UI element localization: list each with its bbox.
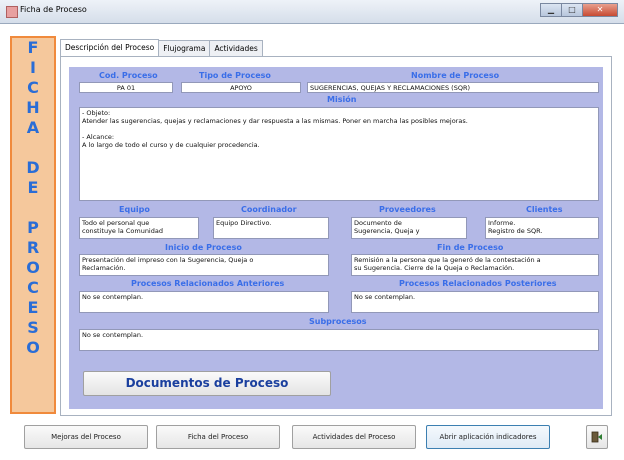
sidebar-letter: I: [30, 58, 36, 77]
tab-descripcion[interactable]: Descripción del Proceso: [60, 39, 160, 57]
nombre-proceso-field[interactable]: SUGERENCIAS, QUEJAS Y RECLAMACIONES (SQR…: [307, 82, 599, 93]
sidebar-letter: C: [27, 278, 39, 297]
sidebar-letter: A: [26, 118, 40, 137]
window-client: FICHADEPROCESO Descripción del Proceso F…: [0, 24, 624, 460]
minimize-button[interactable]: ▁: [540, 3, 562, 17]
abrir-indicadores-button[interactable]: Abrir aplicación indicadores: [426, 425, 550, 449]
rel-posteriores-label: Procesos Relacionados Posteriores: [399, 279, 557, 288]
documentos-proceso-button[interactable]: Documentos de Proceso: [83, 371, 331, 396]
cod-proceso-field[interactable]: PA 01: [79, 82, 173, 93]
tab-panel: Cod. Proceso Tipo de Proceso Nombre de P…: [60, 56, 612, 416]
clientes-label: Clientes: [526, 205, 563, 214]
tab-actividades[interactable]: Actividades: [209, 40, 263, 56]
sidebar-letter: R: [26, 238, 40, 257]
tab-flujograma[interactable]: Flujograma: [158, 40, 211, 56]
ficha-proceso-button[interactable]: Ficha del Proceso: [156, 425, 280, 449]
sidebar-letter: F: [27, 38, 39, 57]
sidebar-letter: E: [27, 178, 39, 197]
rel-anteriores-label: Procesos Relacionados Anteriores: [131, 279, 285, 288]
sidebar-letter: C: [27, 78, 39, 97]
clientes-field[interactable]: Informe. Registro de SQR.: [485, 217, 599, 239]
mision-field[interactable]: - Objeto: Atender las sugerencias, queja…: [79, 107, 599, 201]
rel-posteriores-field[interactable]: No se contemplan.: [351, 291, 599, 313]
exit-door-icon: [591, 431, 602, 443]
coordinador-label: Coordinador: [241, 205, 297, 214]
cod-proceso-label: Cod. Proceso: [99, 71, 158, 80]
maximize-button[interactable]: □: [561, 3, 583, 17]
actividades-proceso-button[interactable]: Actividades del Proceso: [292, 425, 416, 449]
window-controls: ▁ □ ✕: [540, 3, 618, 17]
equipo-field[interactable]: Todo el personal que constituye la Comun…: [79, 217, 199, 239]
tipo-proceso-field[interactable]: APOYO: [181, 82, 301, 93]
sidebar-letter: S: [27, 318, 39, 337]
sidebar-letter: O: [26, 338, 40, 357]
exit-button[interactable]: [586, 425, 608, 449]
sidebar-letter: H: [26, 98, 40, 117]
process-form: Cod. Proceso Tipo de Proceso Nombre de P…: [69, 67, 603, 409]
close-button[interactable]: ✕: [582, 3, 618, 17]
sidebar-letter: E: [27, 298, 39, 317]
proveedores-field[interactable]: Documento de Sugerencia, Queja y: [351, 217, 467, 239]
sidebar-banner: FICHADEPROCESO: [10, 36, 56, 414]
window-title: Ficha de Proceso: [20, 5, 87, 14]
tab-strip: Descripción del Proceso Flujograma Activ…: [60, 39, 263, 57]
nombre-proceso-label: Nombre de Proceso: [411, 71, 500, 80]
equipo-label: Equipo: [119, 205, 150, 214]
fin-proceso-field[interactable]: Remisión a la persona que la generó de l…: [351, 254, 599, 276]
subprocesos-field[interactable]: No se contemplan.: [79, 329, 599, 351]
fin-proceso-label: Fin de Proceso: [437, 243, 504, 252]
mision-label: Misión: [327, 95, 357, 104]
rel-anteriores-field[interactable]: No se contemplan.: [79, 291, 329, 313]
subprocesos-label: Subprocesos: [309, 317, 367, 326]
sidebar-letter: D: [26, 158, 40, 177]
proveedores-label: Proveedores: [379, 205, 436, 214]
inicio-proceso-field[interactable]: Presentación del impreso con la Sugerenc…: [79, 254, 329, 276]
coordinador-field[interactable]: Equipo Directivo.: [213, 217, 329, 239]
sidebar-letter: P: [27, 218, 39, 237]
title-bar: Ficha de Proceso ▁ □ ✕: [0, 0, 624, 24]
form-icon: [6, 6, 18, 18]
sidebar-letter: O: [26, 258, 40, 277]
tipo-proceso-label: Tipo de Proceso: [199, 71, 271, 80]
inicio-proceso-label: Inicio de Proceso: [165, 243, 242, 252]
mejoras-proceso-button[interactable]: Mejoras del Proceso: [24, 425, 148, 449]
